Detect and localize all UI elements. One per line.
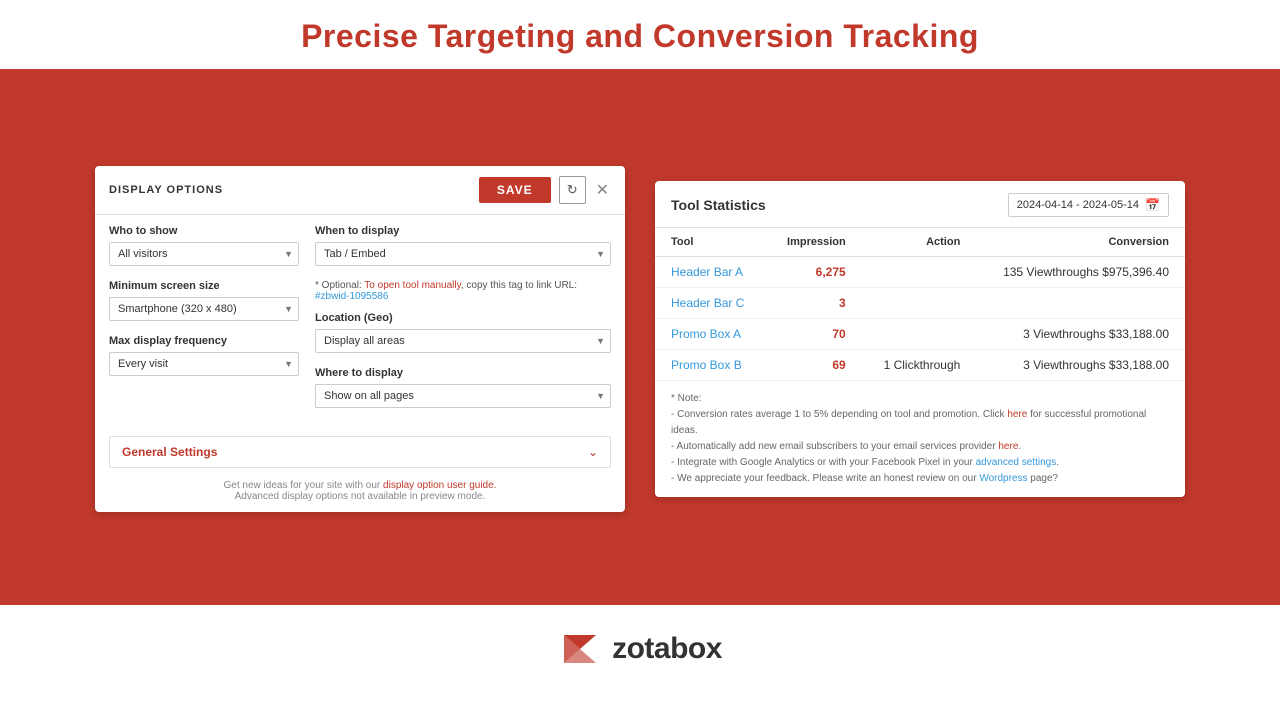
stats-header: Tool Statistics 2024-04-14 - 2024-05-14 … [655, 181, 1185, 228]
advanced-settings-link[interactable]: advanced settings [976, 457, 1057, 468]
here-link-2[interactable]: here [998, 441, 1018, 452]
action-value: 1 Clickthrough [862, 349, 977, 380]
where-to-display-field: Where to display Show on all pages ▼ [315, 367, 611, 408]
min-screen-field: Minimum screen size Smartphone (320 x 48… [109, 280, 299, 321]
logo: zotabox [558, 627, 722, 671]
who-to-show-select-wrap: All visitors ▼ [109, 242, 299, 266]
open-tool-link[interactable]: To open tool manually [364, 280, 461, 291]
note-line-1: - Conversion rates average 1 to 5% depen… [671, 407, 1169, 439]
calendar-icon: 📅 [1145, 198, 1160, 212]
stats-note: * Note: - Conversion rates average 1 to … [655, 381, 1185, 497]
impression-value: 70 [766, 318, 862, 349]
location-geo-field: Location (Geo) Display all areas ▼ [315, 312, 611, 353]
conversion-value: 3 Viewthroughs $33,188.00 [976, 349, 1185, 380]
impression-value: 6,275 [766, 256, 862, 287]
max-frequency-label: Max display frequency [109, 335, 299, 347]
date-range-value: 2024-04-14 - 2024-05-14 [1017, 199, 1139, 211]
general-settings-label: General Settings [122, 445, 217, 459]
page-header: Precise Targeting and Conversion Trackin… [0, 0, 1280, 72]
tool-name[interactable]: Promo Box A [655, 318, 766, 349]
table-header-row: Tool Impression Action Conversion [655, 228, 1185, 257]
display-panel-header: DISPLAY OPTIONS SAVE ↻ ✕ [95, 166, 625, 215]
table-row: Header Bar C 3 [655, 287, 1185, 318]
who-to-show-label: Who to show [109, 225, 299, 237]
table-row: Promo Box B 69 1 Clickthrough 3 Viewthro… [655, 349, 1185, 380]
action-value [862, 318, 977, 349]
panel-footer: Get new ideas for your site with our dis… [95, 468, 625, 512]
location-geo-select-wrap: Display all areas ▼ [315, 329, 611, 353]
col-tool: Tool [655, 228, 766, 257]
where-to-display-select[interactable]: Show on all pages [315, 384, 611, 408]
action-value [862, 256, 977, 287]
display-panel-body: Who to show All visitors ▼ Minimum scree… [95, 215, 625, 432]
when-to-display-select[interactable]: Tab / Embed [315, 242, 611, 266]
page-footer: zotabox [0, 605, 1280, 692]
conversion-value [976, 287, 1185, 318]
close-button[interactable]: ✕ [594, 180, 611, 200]
when-to-display-field: When to display Tab / Embed ▼ [315, 225, 611, 266]
table-row: Header Bar A 6,275 135 Viewthroughs $975… [655, 256, 1185, 287]
tool-name[interactable]: Header Bar A [655, 256, 766, 287]
min-screen-select[interactable]: Smartphone (320 x 480) [109, 297, 299, 321]
stats-table: Tool Impression Action Conversion Header… [655, 228, 1185, 381]
table-row: Promo Box A 70 3 Viewthroughs $33,188.00 [655, 318, 1185, 349]
main-content: DISPLAY OPTIONS SAVE ↻ ✕ Who to show All… [0, 72, 1280, 605]
footer-line2: Advanced display options not available i… [109, 491, 611, 502]
display-panel-title: DISPLAY OPTIONS [109, 184, 471, 196]
save-button[interactable]: SAVE [479, 177, 551, 203]
wordpress-link[interactable]: Wordpress [979, 473, 1027, 484]
note-line-3: - Integrate with Google Analytics or wit… [671, 455, 1169, 471]
col-impression: Impression [766, 228, 862, 257]
max-frequency-field: Max display frequency Every visit ▼ [109, 335, 299, 376]
left-column: Who to show All visitors ▼ Minimum scree… [109, 225, 299, 422]
where-to-display-select-wrap: Show on all pages ▼ [315, 384, 611, 408]
logo-text: zotabox [612, 632, 722, 666]
tool-statistics-panel: Tool Statistics 2024-04-14 - 2024-05-14 … [655, 181, 1185, 497]
max-frequency-select-wrap: Every visit ▼ [109, 352, 299, 376]
tool-name[interactable]: Promo Box B [655, 349, 766, 380]
page-title: Precise Targeting and Conversion Trackin… [0, 18, 1280, 55]
optional-note: * Optional: To open tool manually, copy … [315, 280, 611, 302]
conversion-value: 135 Viewthroughs $975,396.40 [976, 256, 1185, 287]
stats-title: Tool Statistics [671, 197, 1008, 213]
tool-name[interactable]: Header Bar C [655, 287, 766, 318]
tag-link[interactable]: #zbwid-1095586 [315, 291, 388, 302]
here-link-1[interactable]: here [1007, 409, 1027, 420]
location-geo-select[interactable]: Display all areas [315, 329, 611, 353]
col-conversion: Conversion [976, 228, 1185, 257]
location-geo-label: Location (Geo) [315, 312, 611, 324]
date-range[interactable]: 2024-04-14 - 2024-05-14 📅 [1008, 193, 1169, 217]
footer-line1: Get new ideas for your site with our dis… [109, 480, 611, 491]
general-settings-bar[interactable]: General Settings ⌄ [109, 436, 611, 468]
min-screen-select-wrap: Smartphone (320 x 480) ▼ [109, 297, 299, 321]
note-line-4: - We appreciate your feedback. Please wr… [671, 471, 1169, 487]
chevron-down-icon: ⌄ [588, 445, 598, 459]
right-column: When to display Tab / Embed ▼ * Optional… [315, 225, 611, 422]
min-screen-label: Minimum screen size [109, 280, 299, 292]
note-line-0: * Note: [671, 391, 1169, 407]
when-to-display-label: When to display [315, 225, 611, 237]
max-frequency-select[interactable]: Every visit [109, 352, 299, 376]
conversion-value: 3 Viewthroughs $33,188.00 [976, 318, 1185, 349]
who-to-show-select[interactable]: All visitors [109, 242, 299, 266]
zotabox-logo-icon [558, 627, 602, 671]
impression-value: 3 [766, 287, 862, 318]
note-line-2: - Automatically add new email subscriber… [671, 439, 1169, 455]
who-to-show-field: Who to show All visitors ▼ [109, 225, 299, 266]
when-to-display-select-wrap: Tab / Embed ▼ [315, 242, 611, 266]
impression-value: 69 [766, 349, 862, 380]
user-guide-link[interactable]: display option user guide. [383, 480, 496, 491]
action-value [862, 287, 977, 318]
col-action: Action [862, 228, 977, 257]
display-options-panel: DISPLAY OPTIONS SAVE ↻ ✕ Who to show All… [95, 166, 625, 512]
refresh-button[interactable]: ↻ [559, 176, 586, 204]
where-to-display-label: Where to display [315, 367, 611, 379]
